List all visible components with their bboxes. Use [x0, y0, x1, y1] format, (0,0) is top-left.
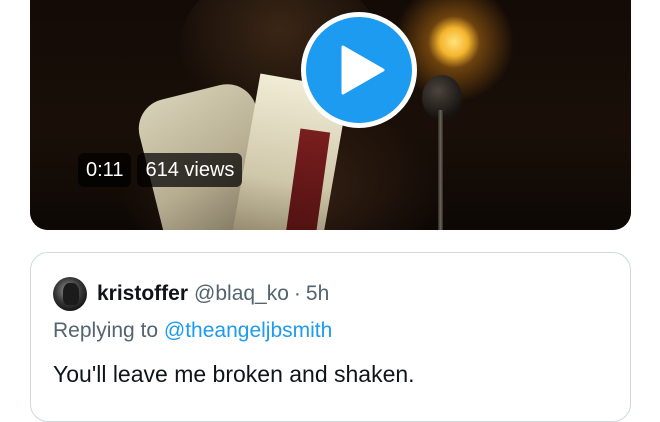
- replying-to-mention[interactable]: @theangeljbsmith: [164, 319, 332, 342]
- timestamp[interactable]: 5h: [306, 282, 329, 306]
- video-view-count: 614 views: [137, 153, 243, 187]
- separator-dot: ·: [293, 282, 301, 305]
- play-icon: [341, 45, 385, 95]
- play-button[interactable]: [301, 12, 417, 128]
- tweet-text: You'll leave me broken and shaken.: [53, 361, 415, 387]
- user-handle[interactable]: @blaq_ko: [194, 282, 289, 306]
- video-frame-mic-stand: [438, 110, 443, 230]
- display-name[interactable]: kristoffer: [97, 282, 188, 306]
- quoted-tweet-header: kristoffer @blaq_ko · 5h: [53, 277, 329, 311]
- video-duration: 0:11: [78, 153, 132, 187]
- replying-to-label: Replying to: [53, 319, 159, 342]
- video-meta: 0:11 614 views: [78, 153, 243, 187]
- quoted-tweet[interactable]: kristoffer @blaq_ko · 5h Replying to @th…: [30, 252, 631, 422]
- video-player[interactable]: 0:11 614 views: [30, 0, 631, 230]
- replying-to: Replying to @theangeljbsmith: [53, 319, 332, 343]
- avatar[interactable]: [53, 277, 87, 311]
